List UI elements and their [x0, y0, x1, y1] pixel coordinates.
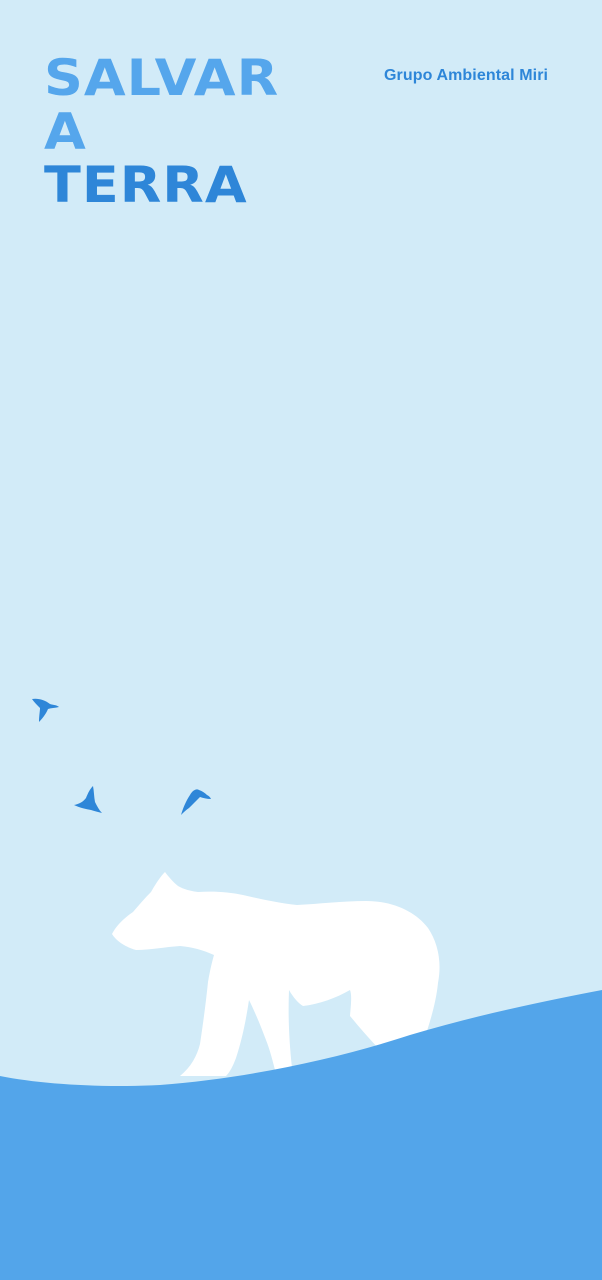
ground-hill — [0, 990, 602, 1280]
illustration — [0, 698, 602, 1280]
poster: SALVAR A TERRA Grupo Ambiental Miri — [0, 0, 602, 1280]
bird-icon — [181, 789, 211, 815]
bird-icon — [32, 698, 59, 722]
bird-icon — [74, 786, 102, 813]
